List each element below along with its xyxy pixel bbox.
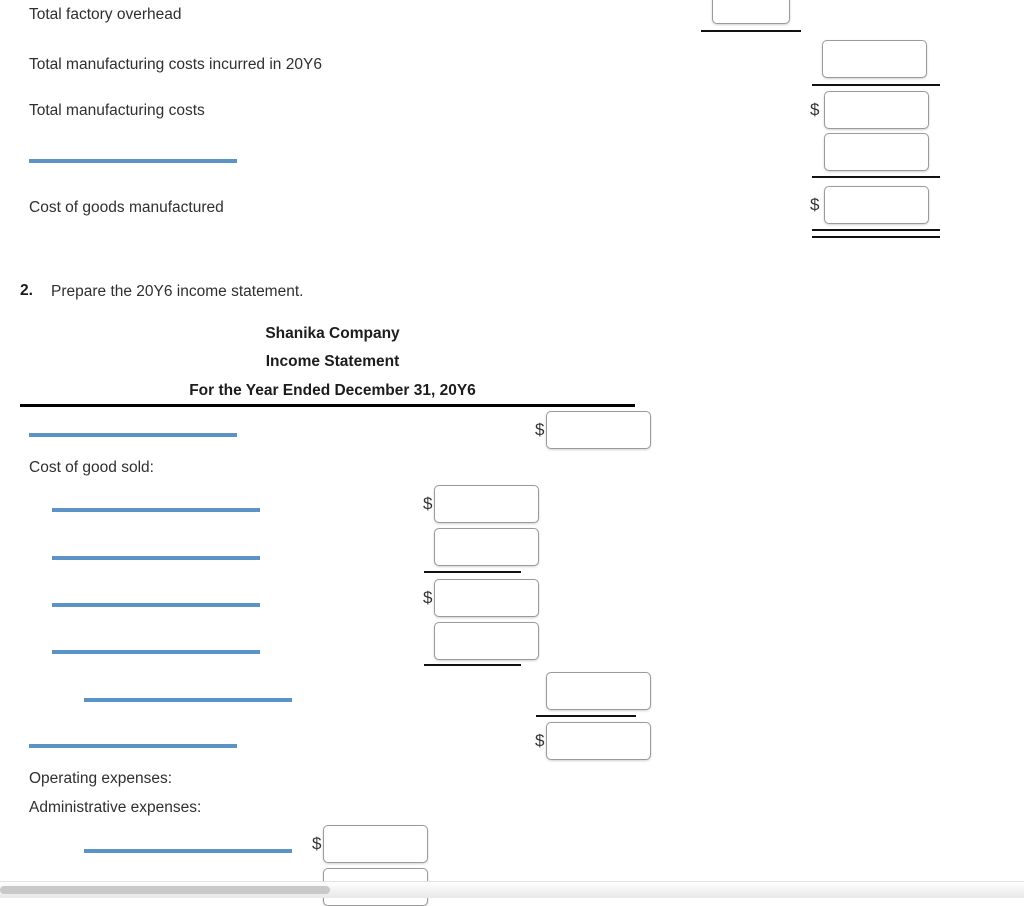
input-cogs-d[interactable] xyxy=(434,622,539,660)
statement-company-name: Shanika Company xyxy=(265,325,400,342)
input-cost-of-goods-sold-total[interactable] xyxy=(546,672,651,710)
label-cost-of-goods-manufactured: Cost of goods manufactured xyxy=(29,199,224,216)
label-total-factory-overhead: Total factory overhead xyxy=(29,6,182,23)
statement-period: For the Year Ended December 31, 20Y6 xyxy=(189,382,476,399)
answer-rule-cogs-line-3[interactable] xyxy=(52,603,260,607)
answer-rule-sales[interactable] xyxy=(29,433,237,437)
rule-under-cogs-d xyxy=(424,664,521,666)
answer-rule-admin-line-1[interactable] xyxy=(84,849,292,853)
input-total-manufacturing-costs[interactable] xyxy=(824,91,929,129)
dollar-sign-cost-of-goods-manufactured: $ xyxy=(810,195,820,214)
dollar-sign-total-manufacturing-costs: $ xyxy=(810,100,820,119)
horizontal-scrollbar-thumb[interactable] xyxy=(0,886,330,894)
label-administrative-expenses: Administrative expenses: xyxy=(29,799,202,816)
input-sales[interactable] xyxy=(546,411,651,449)
question-2-number: 2. xyxy=(20,282,33,299)
question-2-text: Prepare the 20Y6 income statement. xyxy=(51,283,304,300)
input-cogs-c[interactable] xyxy=(434,579,539,617)
answer-rule-cogs-line-2[interactable] xyxy=(52,556,260,560)
input-total-manufacturing-costs-incurred[interactable] xyxy=(822,40,927,78)
label-total-manufacturing-costs-incurred: Total manufacturing costs incurred in 20… xyxy=(29,56,322,73)
rule-under-total-manufacturing-costs-incurred xyxy=(812,84,940,86)
dollar-sign-sales: $ xyxy=(535,420,545,439)
answer-rule-cogs-line-1[interactable] xyxy=(52,508,260,512)
answer-rule-gross-profit[interactable] xyxy=(29,744,237,748)
input-less-ending-work-in-process[interactable] xyxy=(824,133,929,171)
statement-header-rule xyxy=(20,404,635,407)
rule-under-less-ending-work-in-process xyxy=(812,176,940,178)
answer-rule-cost-of-goods-sold-total[interactable] xyxy=(84,698,292,702)
label-operating-expenses: Operating expenses: xyxy=(29,770,173,787)
label-total-manufacturing-costs: Total manufacturing costs xyxy=(29,102,205,119)
dollar-sign-admin-a: $ xyxy=(312,834,322,853)
horizontal-scrollbar[interactable] xyxy=(0,881,1024,898)
input-admin-a[interactable] xyxy=(323,825,428,863)
dollar-sign-cogs-a: $ xyxy=(423,494,433,513)
statement-title: Income Statement xyxy=(265,353,400,370)
input-total-factory-overhead[interactable] xyxy=(712,0,790,24)
dollar-sign-gross-profit: $ xyxy=(535,731,545,750)
input-gross-profit[interactable] xyxy=(546,722,651,760)
rule-under-cost-of-goods-sold-total xyxy=(536,715,636,717)
input-cogs-a[interactable] xyxy=(434,485,539,523)
answer-rule-cogs-line-4[interactable] xyxy=(52,650,260,654)
input-cost-of-goods-manufactured[interactable] xyxy=(824,186,929,224)
answer-rule-less-ending-work-in-process[interactable] xyxy=(29,159,237,163)
double-rule-cost-of-goods-manufactured xyxy=(812,229,940,238)
rule-under-total-factory-overhead xyxy=(701,30,801,32)
label-cost-of-good-sold: Cost of good sold: xyxy=(29,459,154,476)
rule-under-cogs-b xyxy=(424,571,521,573)
input-cogs-b[interactable] xyxy=(434,528,539,566)
dollar-sign-cogs-c: $ xyxy=(423,588,433,607)
